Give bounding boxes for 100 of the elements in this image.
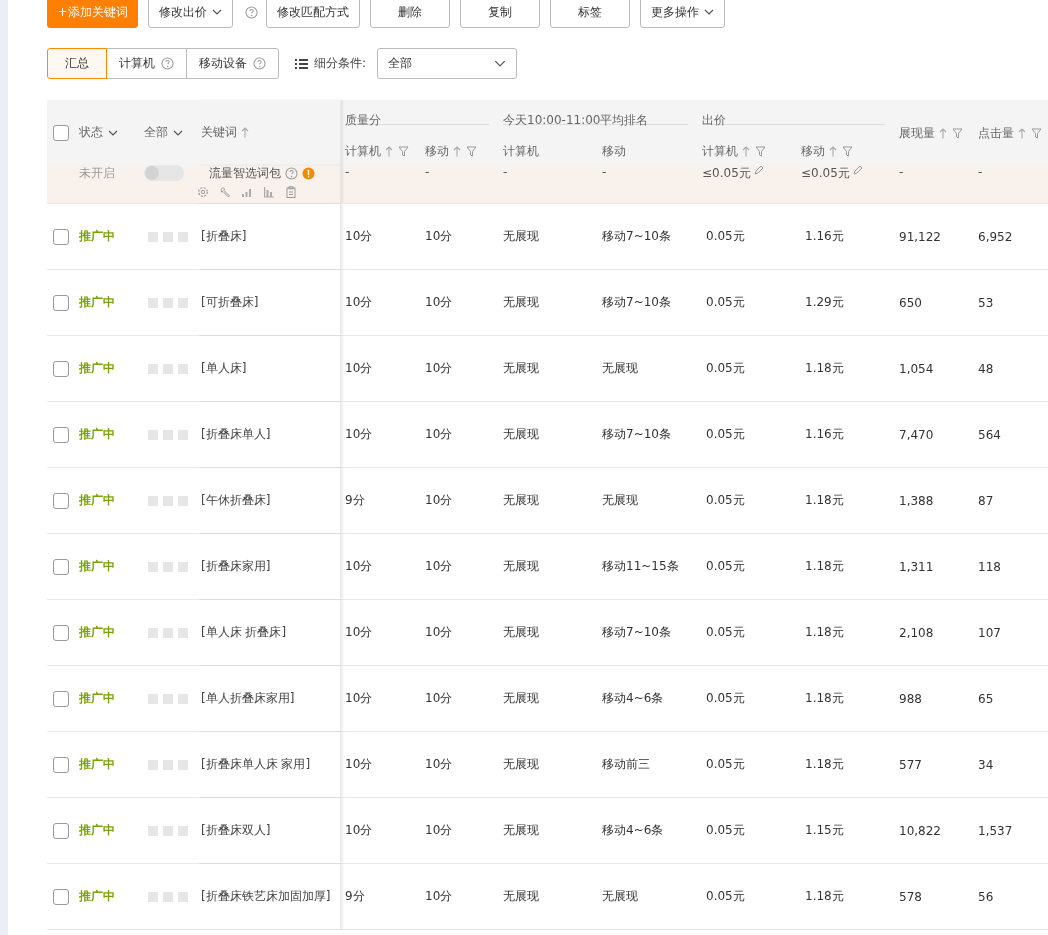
- table-cell: 1.18元: [805, 360, 844, 377]
- filter-icon[interactable]: [755, 146, 766, 157]
- checkbox[interactable]: [53, 690, 69, 707]
- sort-arrow-icon[interactable]: [1018, 128, 1026, 139]
- status-text: 推广中: [79, 492, 115, 509]
- info-icon: [302, 167, 315, 180]
- table-cell: 10分: [345, 228, 373, 245]
- sort-arrow-icon[interactable]: [742, 146, 750, 157]
- filter-icon[interactable]: [398, 146, 409, 157]
- table-cell: 移动7~10条: [602, 294, 671, 311]
- table-cell: 7,470: [899, 427, 934, 442]
- table-cell: 0.05元: [706, 756, 745, 773]
- column-header[interactable]: 移动: [602, 143, 626, 160]
- device-tab[interactable]: 移动设备: [186, 48, 279, 79]
- status-text: 推广中: [79, 624, 115, 641]
- column-header[interactable]: 关键词: [201, 124, 237, 141]
- table-cell: 577: [899, 757, 922, 772]
- keyword-text: [折叠床单人床 家用]: [201, 756, 311, 773]
- clipboard-icon[interactable]: [285, 186, 297, 198]
- placeholder-icon: [148, 627, 188, 638]
- filter-icon[interactable]: [952, 128, 963, 139]
- checkbox[interactable]: [53, 822, 69, 839]
- table-cell: 10分: [425, 690, 453, 707]
- column-header[interactable]: 全部: [144, 124, 168, 141]
- placeholder-icon: [148, 363, 188, 374]
- sort-arrow-icon[interactable]: [829, 146, 837, 157]
- checkbox[interactable]: [53, 888, 69, 905]
- keyword-text: [折叠床单人]: [201, 426, 271, 443]
- toolbar-button[interactable]: 复制: [460, 0, 540, 28]
- chevron-down-icon: [108, 129, 118, 136]
- keyword-text: [折叠床家用]: [201, 558, 271, 575]
- table-cell: 6,952: [978, 229, 1013, 244]
- checkbox[interactable]: [53, 558, 69, 575]
- keyword-text: [折叠床铁艺床加固加厚]: [201, 888, 331, 905]
- keyword-text: [单人床 折叠床]: [201, 624, 287, 641]
- column-header[interactable]: 状态: [79, 124, 103, 141]
- help-icon[interactable]: [285, 167, 298, 180]
- group-header: 质量分: [345, 100, 489, 125]
- table-cell: 移动7~10条: [602, 426, 671, 443]
- chevron-down-icon: [494, 60, 507, 67]
- table-cell: 0.05元: [706, 624, 745, 641]
- table-cell: ≤0.05元: [702, 165, 764, 182]
- filter-icon[interactable]: [1031, 128, 1042, 139]
- table-cell: 1.29元: [805, 294, 844, 311]
- table-cell: 10分: [345, 294, 373, 311]
- toolbar-button[interactable]: 修改出价: [148, 0, 233, 28]
- column-header[interactable]: 展现量: [899, 125, 963, 142]
- table-cell: 10分: [425, 294, 453, 311]
- filter-icon[interactable]: [466, 146, 477, 157]
- checkbox[interactable]: [53, 228, 69, 245]
- device-tab[interactable]: 计算机: [106, 48, 187, 79]
- status-text: 推广中: [79, 822, 115, 839]
- table-cell: 1.15元: [805, 822, 844, 839]
- toggle-switch[interactable]: [144, 165, 184, 181]
- table-cell: ≤0.05元: [801, 165, 863, 182]
- toolbar-button[interactable]: 标签: [550, 0, 630, 28]
- column-header[interactable]: 移动: [425, 143, 477, 160]
- toolbar-button[interactable]: 更多操作: [640, 0, 725, 28]
- sort-arrow-icon[interactable]: [453, 146, 461, 157]
- device-tab[interactable]: 汇总: [47, 48, 107, 79]
- sort-arrow-icon[interactable]: [939, 128, 947, 139]
- sort-arrow-icon[interactable]: [385, 146, 393, 157]
- table-cell: 10分: [345, 756, 373, 773]
- status-text: 未开启: [79, 165, 115, 182]
- checkbox[interactable]: [53, 624, 69, 641]
- checkbox[interactable]: [53, 124, 69, 141]
- column-header[interactable]: 点击量: [978, 125, 1042, 142]
- column-header[interactable]: 计算机: [702, 143, 766, 160]
- filter-icon[interactable]: [842, 146, 853, 157]
- column-header[interactable]: 移动: [801, 143, 853, 160]
- table-cell: 0.05元: [706, 558, 745, 575]
- checkbox[interactable]: [53, 492, 69, 509]
- table-cell: -: [602, 165, 607, 179]
- table-cell: 53: [978, 295, 994, 310]
- placeholder-icon: [148, 561, 188, 572]
- signal-bars-icon[interactable]: [241, 186, 253, 198]
- segment-select[interactable]: 全部: [377, 48, 518, 79]
- column-header[interactable]: 计算机: [503, 143, 539, 160]
- table-cell: 0.05元: [706, 228, 745, 245]
- bar-chart-icon[interactable]: [263, 186, 275, 198]
- help-icon[interactable]: [245, 5, 258, 19]
- wrench-icon[interactable]: [219, 186, 231, 198]
- checkbox[interactable]: [53, 294, 69, 311]
- column-header[interactable]: 计算机: [345, 143, 409, 160]
- settings-icon[interactable]: [197, 186, 209, 198]
- checkbox[interactable]: [53, 756, 69, 773]
- toolbar-button[interactable]: 删除: [370, 0, 450, 28]
- pencil-icon[interactable]: [852, 165, 863, 175]
- table-cell: 10分: [425, 822, 453, 839]
- table-cell: 无展现: [503, 492, 539, 509]
- sort-arrow-icon[interactable]: [241, 127, 249, 138]
- keyword-text: [可折叠床]: [201, 294, 259, 311]
- pencil-icon[interactable]: [753, 165, 764, 175]
- table-cell: 9分: [345, 888, 365, 905]
- checkbox[interactable]: [53, 360, 69, 377]
- table-cell: 0.05元: [706, 426, 745, 443]
- table-cell: 10分: [345, 690, 373, 707]
- checkbox[interactable]: [53, 426, 69, 443]
- table-cell: 0.05元: [706, 360, 745, 377]
- toolbar-button[interactable]: 修改匹配方式: [266, 0, 360, 28]
